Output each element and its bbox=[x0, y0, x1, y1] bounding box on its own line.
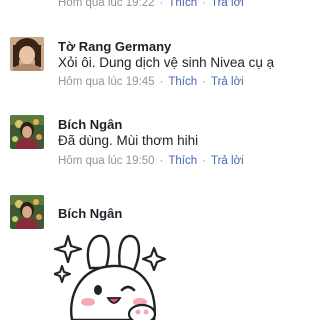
like-link[interactable]: Thích bbox=[168, 0, 197, 9]
separator-dot: · bbox=[159, 155, 164, 167]
reply-link[interactable]: Trả lời bbox=[211, 76, 244, 88]
avatar[interactable] bbox=[10, 37, 44, 71]
separator-dot: · bbox=[159, 0, 164, 9]
reply-link[interactable]: Trả lời bbox=[211, 155, 244, 167]
comment-text: Xỏi ôi. Dung dịch vệ sinh Nivea cụ ạ bbox=[58, 55, 275, 70]
comment-time: Hôm qua lúc 19:22 bbox=[58, 0, 155, 9]
winking-bunny-sticker[interactable] bbox=[53, 228, 174, 320]
avatar-photo bbox=[10, 195, 44, 229]
separator-dot: · bbox=[202, 0, 206, 9]
avatar-photo bbox=[10, 37, 44, 71]
separator-dot: · bbox=[159, 76, 164, 88]
comment-time: Hôm qua lúc 19:50 bbox=[58, 155, 155, 167]
avatar-photo bbox=[10, 115, 44, 149]
like-link[interactable]: Thích bbox=[168, 76, 197, 88]
comment-meta: Hôm qua lúc 19:50 · Thích · Trả lời bbox=[58, 155, 244, 167]
reply-link[interactable]: Trả lời bbox=[211, 0, 244, 9]
comment-meta: Hôm qua lúc 19:45 · Thích · Trả lời bbox=[58, 76, 244, 88]
comment-time: Hôm qua lúc 19:45 bbox=[58, 76, 155, 88]
avatar[interactable] bbox=[10, 115, 44, 149]
separator-dot: · bbox=[202, 76, 206, 88]
comment-author[interactable]: Tờ Rang Germany bbox=[58, 39, 171, 54]
separator-dot: · bbox=[202, 155, 206, 167]
previous-comment-meta: Hôm qua lúc 19:22 · Thích · Trả lời bbox=[58, 0, 244, 9]
avatar[interactable] bbox=[10, 195, 44, 229]
comment-text: Đã dùng. Mùi thơm hihi bbox=[58, 133, 199, 148]
comment-author[interactable]: Bích Ngân bbox=[58, 206, 122, 221]
comment-thread: Hôm qua lúc 19:22 · Thích · Trả lời Tờ Rang … bbox=[0, 0, 320, 320]
like-link[interactable]: Thích bbox=[168, 155, 197, 167]
bunny-sticker-icon bbox=[53, 234, 167, 320]
comment-author[interactable]: Bích Ngân bbox=[58, 117, 122, 132]
